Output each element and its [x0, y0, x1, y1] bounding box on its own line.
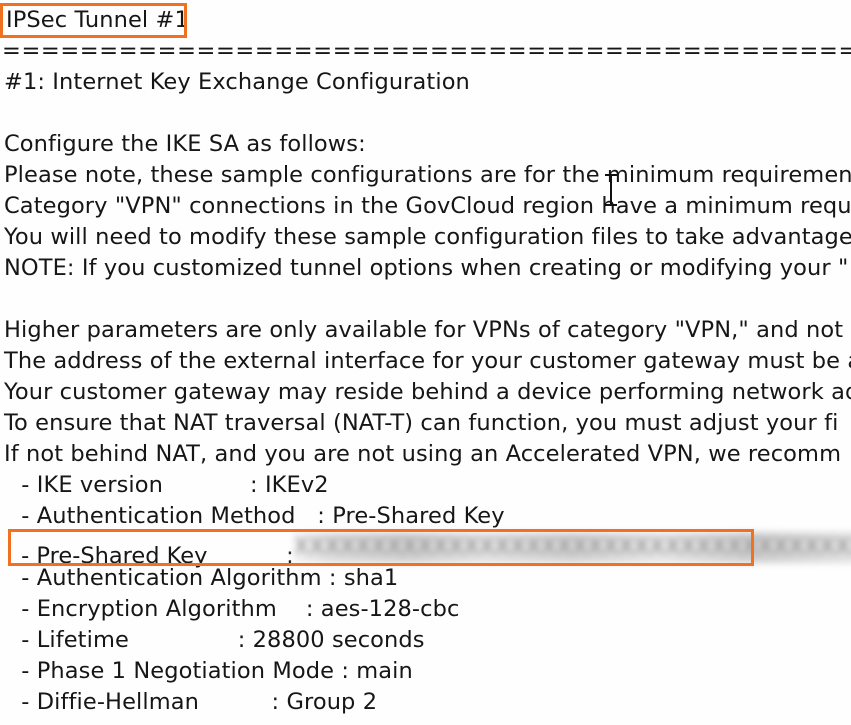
param-row-encryption-algorithm: - Encryption Algorithm : aes-128-cbc [14, 596, 460, 622]
notes-line-4: To ensure that NAT traversal (NAT-T) can… [4, 410, 839, 436]
notes-line-2: The address of the external interface fo… [4, 348, 851, 374]
document-title: IPSec Tunnel #1 [6, 7, 189, 33]
param-row-authentication-algorithm: - Authentication Algorithm : sha1 [14, 565, 399, 591]
intro-line-2: Please note, these sample configurations… [4, 162, 851, 188]
notes-line-3: Your customer gateway may reside behind … [4, 379, 851, 405]
ipsec-config-document: IPSec Tunnel #1 ========================… [0, 0, 851, 725]
param-row-authentication-method: - Authentication Method : Pre-Shared Key [14, 503, 505, 529]
intro-line-5: NOTE: If you customized tunnel options w… [4, 255, 849, 281]
separator-rule: ========================================… [2, 38, 851, 64]
intro-line-4: You will need to modify these sample con… [4, 224, 851, 250]
section-heading: #1: Internet Key Exchange Configuration [4, 69, 470, 95]
param-row-lifetime: - Lifetime : 28800 seconds [14, 627, 425, 653]
intro-line-1: Configure the IKE SA as follows: [4, 131, 366, 157]
param-row-phase-1-negotiation-mode: - Phase 1 Negotiation Mode : main [14, 658, 413, 684]
intro-line-3: Category "VPN" connections in the GovClo… [4, 193, 851, 219]
param-row-ike-version: - IKE version : IKEv2 [14, 472, 329, 498]
notes-line-5: If not behind NAT, and you are not using… [4, 441, 842, 467]
param-row-diffie-hellman: - Diffie-Hellman : Group 2 [14, 689, 378, 715]
pre-shared-key-redacted-value: XXXXXXXXXXXXXXXXXXXXXXXXXXXXXXXXXXXXXXXX… [293, 532, 851, 563]
notes-line-1: Higher parameters are only available for… [4, 317, 844, 343]
